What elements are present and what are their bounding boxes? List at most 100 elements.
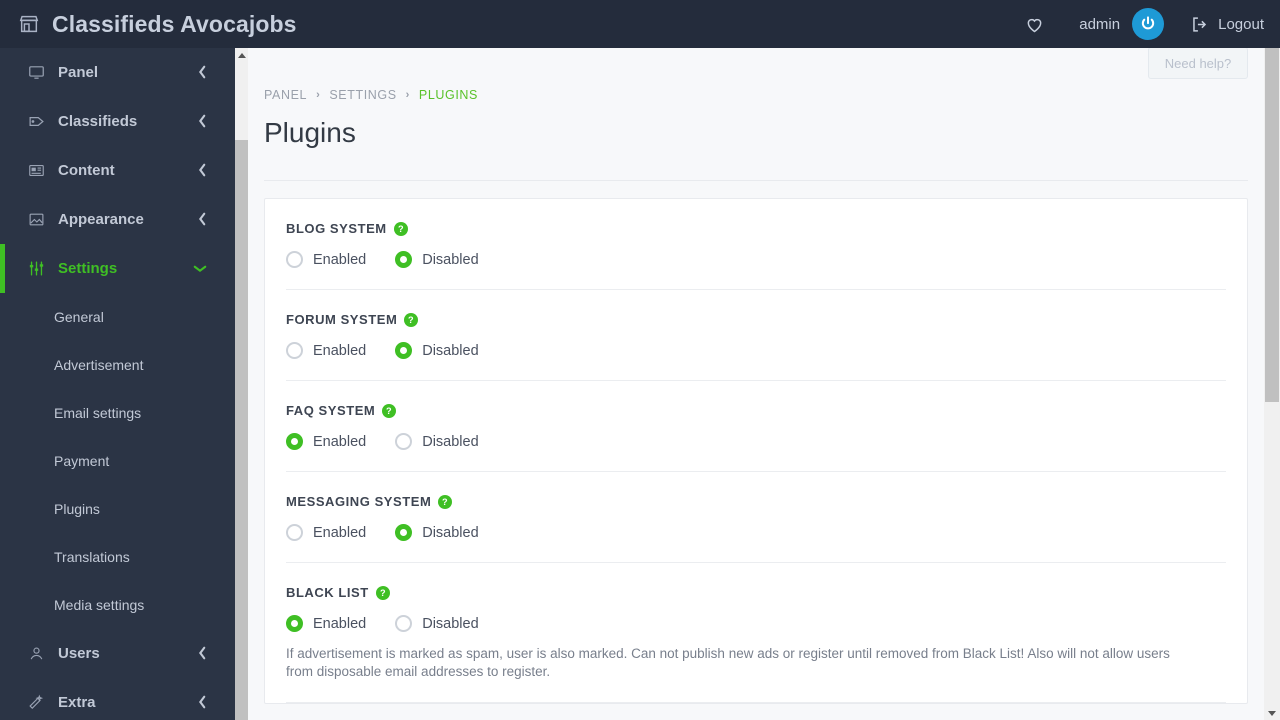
sidebar-item-extra[interactable]: Extra: [0, 678, 235, 720]
page-scrollbar-thumb[interactable]: [1265, 14, 1279, 402]
image-icon: [28, 211, 58, 228]
plugin-label-wrap: FAQ SYSTEM ?: [286, 403, 1226, 418]
sidebar-item-label: Extra: [58, 694, 96, 711]
sidebar-item-classifieds[interactable]: Classifieds: [0, 97, 235, 146]
sidebar-item-label: Classifieds: [58, 113, 138, 130]
plugin-radio-group: Enabled Disabled: [286, 524, 1226, 541]
radio-enabled[interactable]: Enabled: [286, 524, 366, 541]
brand[interactable]: Classifieds Avocajobs: [0, 11, 297, 38]
plugin-row-faq-system: FAQ SYSTEM ? Enabled Disabled: [265, 381, 1247, 450]
plugin-row-forum-system: FORUM SYSTEM ? Enabled Disabled: [265, 290, 1247, 359]
heart-icon[interactable]: [1024, 14, 1045, 35]
page-scrollbar[interactable]: [1264, 0, 1280, 720]
radio-dot: [286, 615, 303, 632]
radio-enabled[interactable]: Enabled: [286, 615, 366, 632]
chevron-left-icon: [198, 212, 207, 228]
row-separator: [286, 702, 1226, 703]
chevron-left-icon: [198, 163, 207, 179]
radio-dot: [395, 251, 413, 268]
radio-disabled[interactable]: Disabled: [395, 251, 479, 268]
sign-out-icon: [1190, 15, 1209, 34]
radio-label: Disabled: [422, 251, 479, 268]
plugin-label-wrap: BLACK LIST ?: [286, 585, 1226, 600]
sidebar-item-content[interactable]: Content: [0, 146, 235, 195]
sidebar-item-appearance[interactable]: Appearance: [0, 195, 235, 244]
sidebar-subitem-email-settings[interactable]: Email settings: [0, 389, 235, 437]
radio-enabled[interactable]: Enabled: [286, 433, 366, 450]
sidebar-item-users[interactable]: Users: [0, 629, 235, 678]
sidebar-item-label: Users: [58, 645, 100, 662]
radio-dot: [286, 524, 303, 541]
question-circle-icon[interactable]: ?: [393, 221, 408, 236]
radio-dot: [395, 342, 413, 359]
sidebar-item-label: Content: [58, 162, 115, 179]
sidebar-scrollbar-thumb[interactable]: [235, 140, 248, 720]
radio-label: Disabled: [422, 342, 479, 359]
radio-disabled[interactable]: Disabled: [395, 524, 479, 541]
breadcrumb-separator: ›: [405, 89, 410, 101]
svg-text:?: ?: [386, 406, 392, 416]
plugin-label: BLOG SYSTEM: [286, 221, 387, 236]
radio-dot: [286, 342, 303, 359]
breadcrumb-panel[interactable]: PANEL: [264, 88, 307, 102]
radio-label: Enabled: [313, 524, 367, 541]
title-divider: [264, 180, 1248, 181]
page-title: Plugins: [264, 117, 356, 148]
top-bar-right: admin Logout: [1024, 8, 1280, 40]
sidebar-subitem-general[interactable]: General: [0, 293, 235, 341]
plugin-radio-group: Enabled Disabled: [286, 615, 1226, 632]
question-circle-icon[interactable]: ?: [375, 585, 390, 600]
radio-label: Disabled: [422, 433, 479, 450]
plugin-row-blog-system: BLOG SYSTEM ? Enabled Disabled: [265, 199, 1247, 268]
radio-disabled[interactable]: Disabled: [395, 433, 479, 450]
plugin-radio-group: Enabled Disabled: [286, 342, 1226, 359]
sidebar-scroll-up-arrow[interactable]: [235, 48, 248, 62]
plugin-label-wrap: FORUM SYSTEM ?: [286, 312, 1226, 327]
sidebar-item-label: Panel: [58, 64, 99, 81]
svg-text:?: ?: [398, 224, 404, 234]
radio-dot: [395, 524, 413, 541]
sidebar-subitem-translations[interactable]: Translations: [0, 533, 235, 581]
radio-label: Enabled: [313, 342, 367, 359]
radio-dot: [395, 615, 413, 632]
magic-wand-icon: [28, 694, 58, 711]
sidebar-subitem-payment[interactable]: Payment: [0, 437, 235, 485]
logout-button[interactable]: Logout: [1190, 15, 1264, 34]
sidebar-subitem-advertisement[interactable]: Advertisement: [0, 341, 235, 389]
sidebar-item-label: Settings: [58, 260, 118, 277]
question-circle-icon[interactable]: ?: [438, 494, 453, 509]
sidebar-item-label: Appearance: [58, 211, 144, 228]
sidebar-item-settings[interactable]: Settings: [0, 244, 235, 293]
brand-title: Classifieds Avocajobs: [52, 10, 297, 37]
radio-disabled[interactable]: Disabled: [395, 615, 479, 632]
radio-label: Disabled: [422, 615, 479, 632]
radio-enabled[interactable]: Enabled: [286, 251, 366, 268]
radio-enabled[interactable]: Enabled: [286, 342, 366, 359]
radio-disabled[interactable]: Disabled: [395, 342, 479, 359]
avatar[interactable]: [1132, 8, 1165, 40]
plugin-label: MESSAGING SYSTEM: [286, 494, 432, 509]
sidebar-subitem-plugins[interactable]: Plugins: [0, 485, 235, 533]
sidebar-scrollbar[interactable]: [235, 48, 248, 720]
plugin-radio-group: Enabled Disabled: [286, 433, 1226, 450]
newspaper-icon: [28, 162, 58, 179]
svg-text:?: ?: [442, 497, 448, 507]
main-content: PANEL › SETTINGS › PLUGINS Plugins BLOG …: [248, 48, 1264, 720]
sidebar-subitem-media-settings[interactable]: Media settings: [0, 581, 235, 629]
question-circle-icon[interactable]: ?: [382, 403, 397, 418]
plugin-row-messaging-system: MESSAGING SYSTEM ? Enabled Disabled: [265, 472, 1247, 541]
plugin-label: BLACK LIST: [286, 585, 369, 600]
chevron-down-icon: [193, 262, 207, 275]
breadcrumb-plugins: PLUGINS: [418, 88, 478, 102]
tag-icon: [28, 113, 58, 130]
sidebar: Panel Classifieds Content Appearance Set…: [0, 48, 235, 720]
chevron-left-icon: [198, 114, 207, 130]
page-scroll-down-arrow[interactable]: [1264, 706, 1280, 720]
need-help-button[interactable]: Need help?: [1148, 47, 1248, 79]
radio-dot: [286, 251, 303, 268]
plugin-label: FORUM SYSTEM: [286, 312, 398, 327]
chevron-left-icon: [198, 65, 207, 81]
question-circle-icon[interactable]: ?: [404, 312, 419, 327]
breadcrumb-settings[interactable]: SETTINGS: [329, 88, 396, 102]
sidebar-item-panel[interactable]: Panel: [0, 48, 235, 97]
